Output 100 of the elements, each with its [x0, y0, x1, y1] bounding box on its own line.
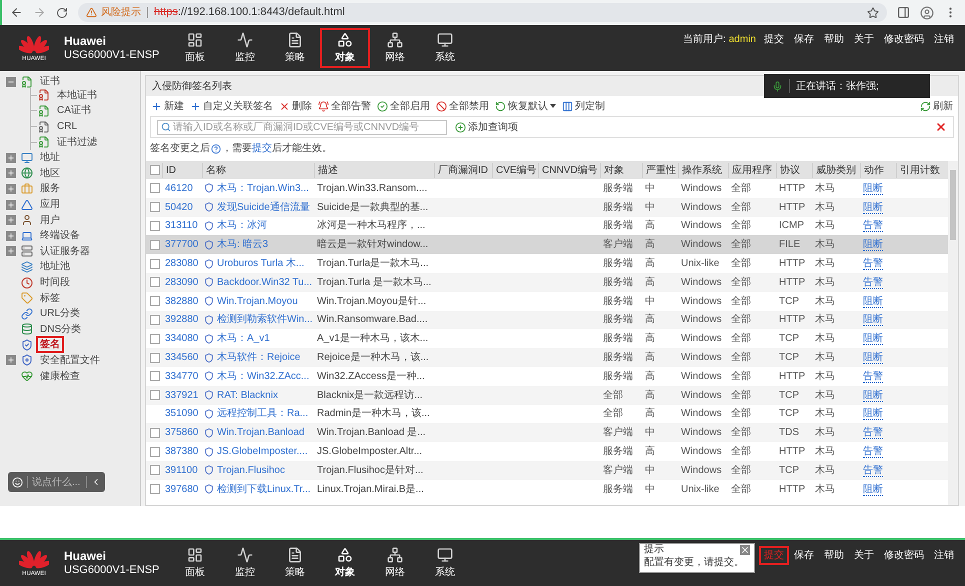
tree-item[interactable]: DNS分类	[36, 320, 86, 338]
nav-tab[interactable]: 面板	[170, 543, 220, 583]
checkbox[interactable]	[150, 314, 160, 325]
tree-item[interactable]: CRL	[53, 118, 82, 136]
action-link[interactable]: 告警	[863, 276, 883, 289]
action-link[interactable]: 告警	[863, 258, 883, 270]
tree-item[interactable]: 应用	[36, 196, 64, 214]
checkbox[interactable]	[150, 183, 160, 194]
signature-link[interactable]: 木马：Trojan.Win3...	[217, 180, 309, 196]
checkbox[interactable]	[150, 465, 160, 476]
signature-link[interactable]: Win.Trojan.Banload	[217, 425, 304, 440]
tree-item[interactable]: 认证服务器	[36, 242, 94, 260]
nav-tab[interactable]: 网络	[370, 543, 420, 583]
action-link[interactable]: 阻断	[863, 182, 883, 195]
expand-toggle[interactable]	[6, 168, 16, 178]
table-row[interactable]: 392880 检测到勒索软件Win... Win.Ransomware.Bad.... 服务端 高 Windows 全部 HTTP 木马 阻断	[146, 310, 948, 330]
header-link[interactable]: 关于	[849, 546, 879, 565]
nav-tab[interactable]: 对象	[320, 543, 370, 583]
tree-item[interactable]: 时间段	[36, 274, 74, 292]
header-link[interactable]: 修改密码	[879, 546, 929, 565]
submit-link[interactable]: 提交	[252, 141, 272, 156]
tree-item[interactable]: 地址池	[36, 258, 74, 276]
address-bar[interactable]: 风险提示 https://192.168.100.1:8443/default.html	[78, 3, 887, 22]
checkbox[interactable]	[150, 240, 160, 250]
column-header[interactable]: 操作系统	[678, 162, 728, 178]
signature-link[interactable]: RAT: Blacknix	[217, 388, 278, 403]
column-header[interactable]: 对象	[600, 162, 642, 178]
tree-item[interactable]: URL分类	[36, 305, 84, 322]
header-link[interactable]: 注销	[929, 30, 959, 49]
table-row[interactable]: 351090 远程控制工具：Ra... Radmin是一种木马，该... 全部 高 Windows 全部 TCP 木马 阻断	[146, 404, 948, 424]
column-header[interactable]: ID	[162, 162, 202, 178]
forward-icon[interactable]	[33, 6, 46, 19]
toolbar-button[interactable]: 列定制	[562, 98, 605, 114]
toolbar-button[interactable]: 恢复默认	[495, 98, 556, 114]
checkbox[interactable]	[150, 352, 160, 363]
table-row[interactable]: 283090 Backdoor.Win32 Tu... Trojan.Turla 是一款木马... 服务端 高 Windows 全部 HTTP 木马 告警	[146, 272, 948, 292]
side-panel-icon[interactable]	[897, 6, 910, 19]
nav-tab[interactable]: 系统	[420, 28, 470, 68]
column-header[interactable]: 威胁类别	[812, 162, 860, 178]
action-link[interactable]: 阻断	[863, 408, 883, 420]
column-header[interactable]: CNNVD编号	[538, 162, 600, 178]
header-link[interactable]: 注销	[929, 546, 959, 565]
search-field[interactable]: 请输入ID或名称或厂商漏洞ID或CVE编号或CNNVD编号	[157, 120, 447, 134]
column-header[interactable]: 厂商漏洞ID	[434, 162, 492, 178]
checkbox[interactable]	[150, 334, 160, 344]
header-link[interactable]: 修改密码	[879, 30, 929, 49]
checkbox[interactable]	[150, 220, 160, 231]
checkbox[interactable]	[150, 165, 160, 175]
signature-link[interactable]: 发现Suicide通信流量	[217, 200, 310, 215]
signature-link[interactable]: 木马：Win32.ZAcc...	[217, 368, 310, 384]
nav-tab[interactable]: 监控	[220, 28, 270, 68]
action-link[interactable]: 告警	[863, 427, 883, 440]
close-icon[interactable]	[740, 545, 750, 555]
signature-link[interactable]: 木马：冰河	[217, 218, 267, 234]
action-link[interactable]: 阻断	[863, 390, 883, 402]
table-row[interactable]: 337921 RAT: Blacknix Blacknix是一款远程访... 全部 高 Windows 全部 TCP 木马 阻断	[146, 386, 948, 405]
expand-toggle[interactable]	[6, 246, 16, 256]
tree-item[interactable]: 证书过滤	[53, 134, 101, 151]
nav-tab[interactable]: 策略	[270, 28, 320, 68]
toolbar-button[interactable]: 新建	[151, 98, 184, 114]
expand-toggle[interactable]	[6, 152, 16, 163]
nav-tab[interactable]: 策略	[270, 543, 320, 583]
help-icon[interactable]	[211, 144, 221, 154]
signature-link[interactable]: 检测到勒索软件Win...	[217, 312, 313, 328]
checkbox[interactable]	[150, 277, 160, 288]
checkbox[interactable]	[150, 446, 160, 457]
action-link[interactable]: 阻断	[863, 484, 883, 496]
tree-item[interactable]: 终端设备	[36, 227, 84, 244]
column-header[interactable]: 严重性	[642, 162, 678, 178]
nav-tab[interactable]: 系统	[420, 543, 470, 583]
add-query-button[interactable]: 添加查询项	[455, 120, 518, 134]
action-link[interactable]: 阻断	[863, 296, 883, 308]
table-row[interactable]: 391100 Trojan.Flusihoc Trojan.Flusihoc是针对... 客户端 中 Windows 全部 TCP 木马 告警	[146, 460, 948, 480]
header-link[interactable]: 保存	[789, 546, 819, 565]
tree-item[interactable]: 健康检查	[36, 368, 84, 385]
header-link[interactable]: 帮助	[819, 546, 849, 565]
chat-box[interactable]: 说点什么...	[8, 472, 105, 492]
nav-tab[interactable]: 对象	[320, 28, 370, 68]
profile-icon[interactable]	[920, 6, 934, 20]
tree-item[interactable]: 地区	[36, 164, 64, 182]
signature-link[interactable]: 木马：A_v1	[217, 331, 270, 346]
nav-tab[interactable]: 网络	[370, 28, 420, 68]
tree-item[interactable]: 签名	[36, 336, 64, 354]
column-header[interactable]: 动作	[860, 162, 896, 178]
tree-item[interactable]: 服务	[36, 180, 64, 198]
signature-link[interactable]: 远程控制工具：Ra...	[217, 406, 308, 422]
checkbox[interactable]	[150, 258, 160, 269]
signature-link[interactable]: Uroburos Turla 木...	[217, 256, 304, 272]
column-header[interactable]: 名称	[202, 162, 314, 178]
signature-link[interactable]: JS.GlobeImposter....	[217, 444, 308, 460]
tree-item[interactable]: 安全配置文件	[36, 352, 104, 369]
column-header[interactable]: 协议	[776, 162, 812, 178]
table-row[interactable]: 313110 木马：冰河 冰河是一种木马程序，... 服务端 高 Windows 全部 ICMP 木马 告警	[146, 216, 948, 236]
action-link[interactable]: 告警	[863, 464, 883, 477]
checkbox[interactable]	[150, 202, 160, 212]
column-header[interactable]: 描述	[314, 162, 434, 178]
back-icon[interactable]	[10, 6, 23, 19]
nav-tab[interactable]: 面板	[170, 28, 220, 68]
close-icon[interactable]	[935, 121, 947, 133]
checkbox[interactable]	[150, 371, 160, 382]
